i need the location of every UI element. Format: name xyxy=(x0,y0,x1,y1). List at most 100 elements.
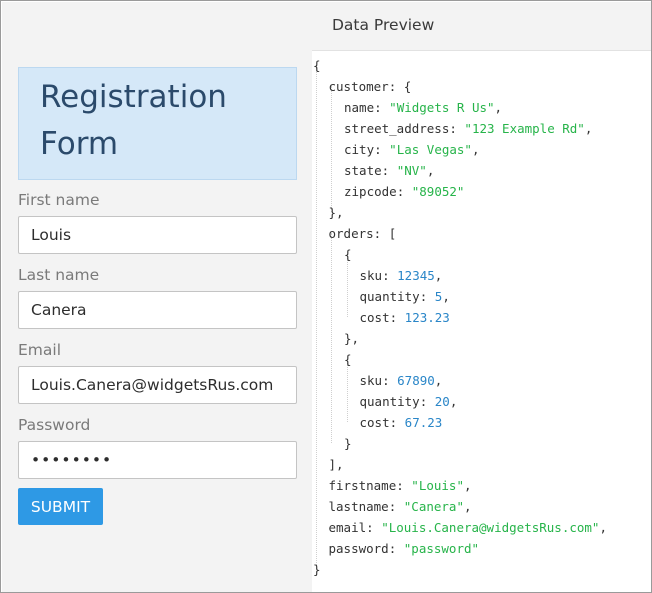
code-line: } xyxy=(313,559,321,580)
json-number-value: 67890 xyxy=(397,373,435,388)
code-punct: { xyxy=(313,58,321,73)
last-name-label: Last name xyxy=(18,266,100,284)
code-colon: : xyxy=(389,415,405,430)
json-number-value: 12345 xyxy=(397,268,435,283)
code-line: customer: { xyxy=(329,76,412,97)
code-line: orders: [ xyxy=(329,223,397,244)
code-line: password: "password" xyxy=(329,538,480,559)
json-string-value: "NV" xyxy=(396,163,427,178)
json-number-value: 123.23 xyxy=(404,310,450,325)
email-label: Email xyxy=(18,341,62,359)
json-string-value: "Widgets R Us" xyxy=(389,100,495,115)
code-colon: : xyxy=(382,268,398,283)
code-colon: : xyxy=(388,541,404,556)
last-name-input[interactable] xyxy=(18,291,297,329)
json-string-value: "Louis.Canera@widgetsRus.com" xyxy=(381,520,600,535)
email-input[interactable] xyxy=(18,366,297,404)
json-string-value: "89052" xyxy=(411,184,465,199)
indent-guide xyxy=(331,233,332,443)
code-punct: , xyxy=(584,121,593,136)
json-string-value: "Canera" xyxy=(403,499,464,514)
json-key: cost xyxy=(359,310,390,325)
code-line: firstname: "Louis", xyxy=(329,475,472,496)
json-number-value: 67.23 xyxy=(404,415,443,430)
code-colon: : xyxy=(396,478,412,493)
json-key: city xyxy=(344,142,375,157)
code-colon: : xyxy=(419,289,435,304)
code-punct: : { xyxy=(388,79,412,94)
code-punct: , xyxy=(464,499,472,514)
json-key: state xyxy=(344,163,382,178)
form-title: Registration Form xyxy=(40,79,227,162)
json-code-view: {customer: {name: "Widgets R Us", street_… xyxy=(312,52,651,592)
code-line: cost: 67.23 xyxy=(360,412,443,433)
code-punct: , xyxy=(442,289,450,304)
json-string-value: "Louis" xyxy=(411,478,464,493)
json-key: sku xyxy=(359,373,383,388)
code-punct: , xyxy=(434,373,443,388)
code-punct: , xyxy=(463,478,472,493)
json-key: street_address xyxy=(344,121,450,136)
code-punct: }, xyxy=(344,331,360,346)
code-line: lastname: "Canera", xyxy=(329,496,472,517)
password-label: Password xyxy=(18,416,91,434)
code-colon: : xyxy=(388,499,404,514)
json-string-value: "123 Example Rd" xyxy=(464,121,585,136)
submit-button[interactable]: SUBMIT xyxy=(18,488,103,525)
code-line: { xyxy=(344,349,352,370)
code-line: }, xyxy=(344,328,359,349)
code-punct: { xyxy=(344,352,352,367)
code-line: ], xyxy=(329,454,344,475)
code-punct: } xyxy=(313,562,321,577)
preview-title: Data Preview xyxy=(332,16,435,34)
code-line: street_address: "123 Example Rd", xyxy=(344,118,592,139)
code-line: email: "Louis.Canera@widgetsRus.com", xyxy=(329,517,607,538)
code-colon: : xyxy=(389,310,405,325)
json-string-value: "password" xyxy=(403,541,480,556)
code-colon: : xyxy=(374,100,390,115)
code-line: { xyxy=(344,244,352,265)
code-line: state: "NV", xyxy=(344,160,434,181)
code-punct: , xyxy=(449,394,458,409)
code-line: { xyxy=(313,55,321,76)
code-punct: : [ xyxy=(373,226,397,241)
json-key: sku xyxy=(359,268,383,283)
json-string-value: "Las Vegas" xyxy=(389,142,472,157)
code-line: quantity: 5, xyxy=(360,286,450,307)
code-line: quantity: 20, xyxy=(360,391,458,412)
code-line: zipcode: "89052" xyxy=(344,181,464,202)
code-colon: : xyxy=(366,520,382,535)
code-punct: }, xyxy=(328,205,344,220)
code-line: cost: 123.23 xyxy=(360,307,450,328)
json-key: cost xyxy=(359,415,390,430)
code-colon: : xyxy=(381,163,397,178)
code-colon: : xyxy=(396,184,412,199)
json-key: zipcode xyxy=(344,184,397,199)
code-line: city: "Las Vegas", xyxy=(344,139,480,160)
code-punct: } xyxy=(344,436,352,451)
password-input[interactable] xyxy=(18,441,297,479)
code-colon: : xyxy=(449,121,465,136)
first-name-input[interactable] xyxy=(18,216,297,254)
json-key: email xyxy=(328,520,367,535)
indent-guide xyxy=(331,86,332,212)
indent-guide xyxy=(316,65,317,569)
json-key: lastname xyxy=(328,499,389,514)
code-colon: : xyxy=(382,373,398,388)
first-name-label: First name xyxy=(18,191,100,209)
json-key: quantity xyxy=(359,394,420,409)
code-line: } xyxy=(344,433,352,454)
app-window: Registration Form First name Last name E… xyxy=(0,0,652,593)
json-key: password xyxy=(328,541,389,556)
json-key: name xyxy=(344,100,375,115)
json-key: customer xyxy=(328,79,389,94)
code-punct: , xyxy=(471,142,480,157)
code-line: sku: 12345, xyxy=(360,265,443,286)
code-colon: : xyxy=(374,142,390,157)
code-punct: , xyxy=(599,520,607,535)
code-colon: : xyxy=(419,394,435,409)
code-line: }, xyxy=(329,202,344,223)
json-number-value: 20 xyxy=(434,394,450,409)
json-key: orders xyxy=(328,226,374,241)
registration-form-panel: Registration Form First name Last name E… xyxy=(2,2,312,592)
